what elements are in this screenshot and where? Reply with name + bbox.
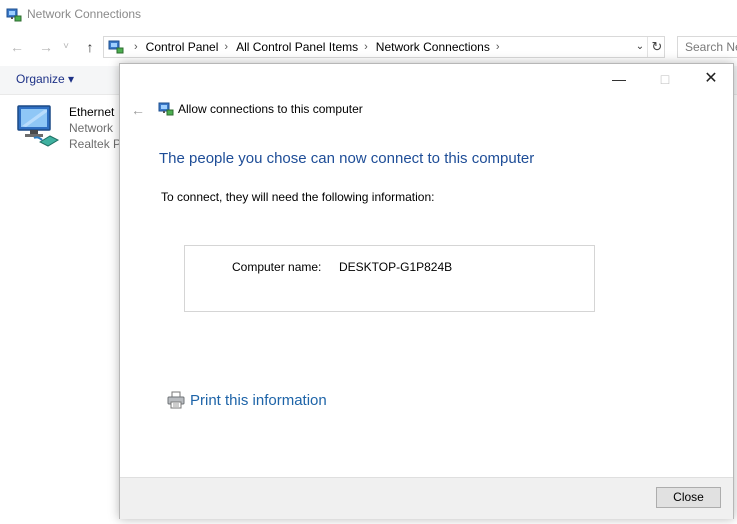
print-link-label[interactable]: Print this information	[190, 392, 327, 409]
intro-text: To connect, they will need the following…	[161, 190, 435, 204]
address-bar[interactable]: › Control Panel › All Control Panel Item…	[103, 36, 665, 58]
search-input[interactable]: Search Ne	[677, 36, 737, 58]
computer-name-value: DESKTOP-G1P824B	[339, 260, 453, 274]
breadcrumb-all-control-panel-items[interactable]: All Control Panel Items	[236, 37, 358, 57]
up-arrow-icon[interactable]: ↑	[80, 37, 100, 57]
dialog-footer: Close	[120, 477, 733, 519]
breadcrumb-separator-icon[interactable]: ›	[224, 37, 228, 57]
network-adapter-icon	[17, 105, 60, 147]
printer-icon	[167, 391, 185, 409]
close-icon[interactable]: ✕	[688, 64, 734, 94]
allow-connections-dialog: — □ ✕ ← Allow connections to this comput…	[119, 63, 734, 519]
address-dropdown-chevron-icon[interactable]: ⌄	[634, 37, 646, 57]
connection-info-box: Computer name: DESKTOP-G1P824B	[184, 245, 595, 312]
control-panel-icon	[108, 40, 124, 54]
organize-menu-button[interactable]: Organize ▾	[16, 72, 74, 86]
breadcrumb: › Control Panel › All Control Panel Item…	[128, 37, 508, 57]
forward-arrow-icon[interactable]: →	[36, 37, 56, 57]
back-arrow-icon[interactable]: ←	[128, 100, 148, 120]
item-status: Network	[69, 121, 114, 135]
item-name: Ethernet	[69, 105, 115, 119]
explorer-titlebar: Network Connections	[0, 0, 737, 30]
minimize-icon[interactable]: —	[596, 64, 642, 94]
dialog-title: Allow connections to this computer	[178, 102, 363, 116]
breadcrumb-network-connections[interactable]: Network Connections	[376, 37, 490, 57]
dialog-heading: The people you chose can now connect to …	[159, 150, 535, 167]
print-information-link[interactable]: Print this information	[167, 389, 327, 411]
navigation-bar: ← → ˅ ↑ › Control Panel › All Control Pa…	[0, 33, 737, 61]
refresh-icon[interactable]: ↻	[647, 37, 666, 57]
close-button[interactable]: Close	[656, 487, 721, 508]
breadcrumb-separator-icon[interactable]: ›	[364, 37, 368, 57]
back-arrow-icon[interactable]: ←	[7, 37, 27, 57]
recent-locations-chevron-icon[interactable]: ˅	[60, 37, 72, 57]
computer-name-label: Computer name:	[232, 260, 322, 274]
breadcrumb-separator-icon[interactable]: ›	[496, 37, 500, 57]
breadcrumb-control-panel[interactable]: Control Panel	[146, 37, 219, 57]
network-connections-icon	[158, 102, 174, 116]
window-title: Network Connections	[27, 7, 142, 21]
network-connections-icon	[6, 8, 22, 22]
list-item-ethernet[interactable]: Ethernet Network Realtek PC	[14, 102, 130, 152]
maximize-icon: □	[660, 71, 670, 87]
breadcrumb-separator-icon[interactable]: ›	[134, 37, 138, 57]
